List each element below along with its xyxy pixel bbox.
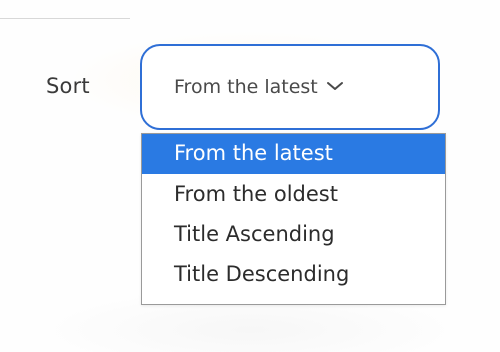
sort-panel: Sort From the latest From the latest Fro… bbox=[0, 0, 500, 352]
sort-selected-value: From the latest bbox=[174, 76, 318, 98]
chevron-down-icon bbox=[326, 80, 344, 92]
sort-option-title-ascending[interactable]: Title Ascending bbox=[142, 214, 445, 254]
sort-label: Sort bbox=[46, 74, 90, 98]
sort-option-oldest[interactable]: From the oldest bbox=[142, 174, 445, 214]
sort-option-title-descending[interactable]: Title Descending bbox=[142, 254, 445, 294]
top-divider bbox=[0, 18, 130, 19]
sort-options-list: From the latest From the oldest Title As… bbox=[141, 133, 446, 305]
sort-option-latest[interactable]: From the latest bbox=[142, 134, 445, 174]
sort-select[interactable]: From the latest bbox=[140, 44, 440, 130]
